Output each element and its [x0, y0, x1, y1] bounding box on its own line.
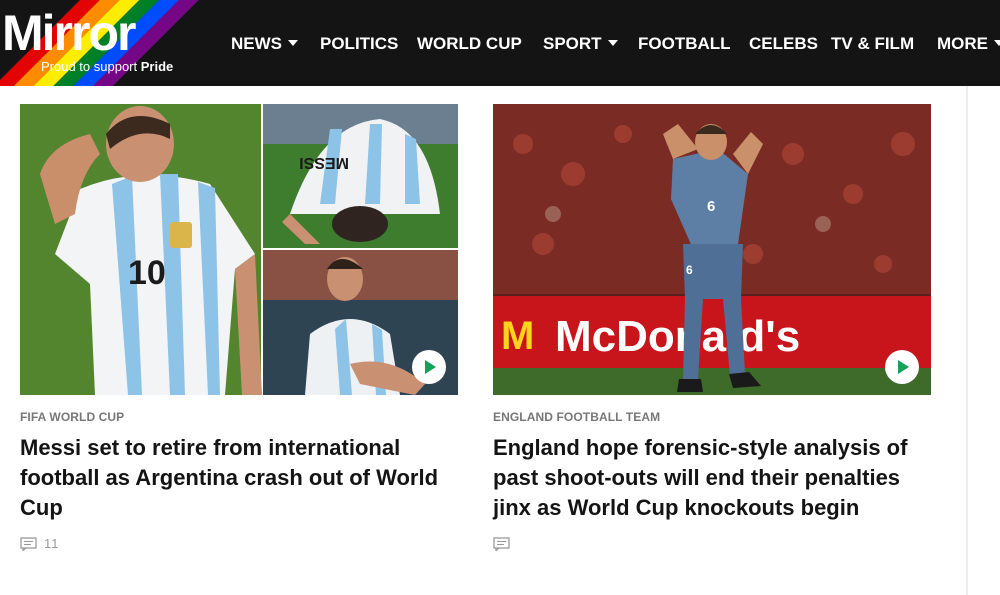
article-image[interactable]: 10 MESSI [20, 104, 458, 395]
main-nav: NEWS POLITICS WORLD CUP SPORT FOOTBALL C… [0, 0, 1000, 86]
page-scroll-divider [966, 86, 968, 595]
article-kicker[interactable]: ENGLAND FOOTBALL TEAM [493, 410, 931, 424]
chevron-down-icon [607, 40, 618, 46]
messi-collage-image: 10 MESSI [20, 104, 458, 395]
chevron-down-icon [288, 40, 298, 46]
play-video-icon[interactable] [412, 350, 446, 384]
nav-item-world-cup[interactable]: WORLD CUP [417, 33, 522, 55]
chevron-down-icon [994, 40, 1000, 46]
site-header: Mirror Proud to support Pride NEWS POLIT… [0, 0, 1000, 86]
nav-item-celebs[interactable]: CELEBS [749, 33, 818, 55]
nav-item-football[interactable]: FOOTBALL [638, 33, 731, 55]
article-kicker[interactable]: FIFA WORLD CUP [20, 410, 458, 424]
shirt-number: 6 [707, 198, 715, 215]
nav-item-tv-film[interactable]: TV & FILM [831, 33, 914, 55]
article-headline[interactable]: England hope forensic-style analysis of … [493, 433, 923, 523]
svg-text:6: 6 [686, 263, 693, 277]
nav-item-news[interactable]: NEWS [231, 33, 298, 55]
comment-count-value: 11 [44, 536, 60, 551]
comment-count[interactable]: 11 [20, 536, 458, 552]
jersey-number: 10 [128, 254, 166, 292]
comment-count[interactable] [493, 536, 931, 552]
article-card[interactable]: M McDonald's 6 6 ENGLAND FOOTBALL TEAM E… [493, 104, 931, 552]
jersey-name: MESSI [299, 154, 349, 171]
england-player-image: M McDonald's 6 6 [493, 104, 931, 395]
nav-item-politics[interactable]: POLITICS [320, 33, 398, 55]
article-image[interactable]: M McDonald's 6 6 [493, 104, 931, 395]
ad-board-text: McDonald's [555, 312, 800, 361]
comment-icon [20, 537, 37, 551]
svg-text:M: M [501, 314, 534, 358]
play-video-icon[interactable] [885, 350, 919, 384]
article-card[interactable]: 10 MESSI FIFA WORLD CUP Messi set to ret… [20, 104, 458, 552]
nav-item-sport[interactable]: SPORT [543, 33, 618, 55]
nav-item-more[interactable]: MORE [937, 33, 1000, 55]
article-headline[interactable]: Messi set to retire from international f… [20, 433, 450, 523]
comment-icon [493, 537, 510, 551]
